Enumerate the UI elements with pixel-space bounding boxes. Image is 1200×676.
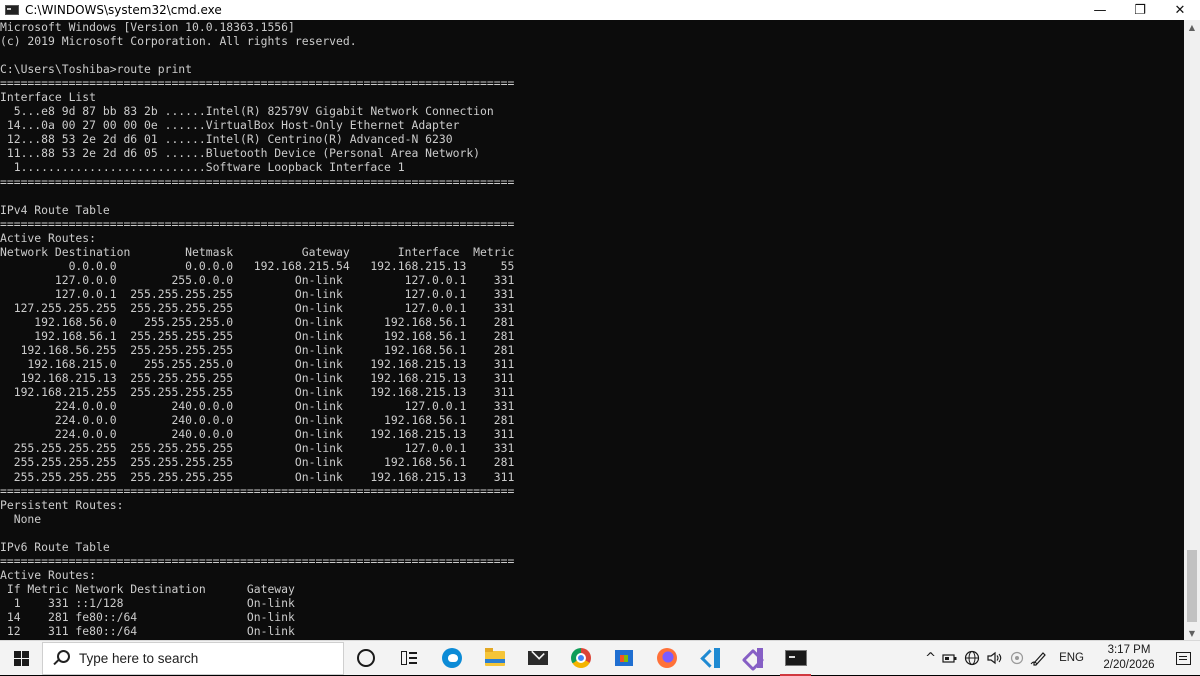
scroll-down-arrow-icon[interactable]: ▼: [1184, 626, 1200, 640]
network-globe-icon[interactable]: [961, 650, 983, 666]
taskbar: Type here to search ^ ENG 3:17 PM 2/20/2…: [0, 640, 1200, 676]
cortana-button[interactable]: [344, 641, 387, 676]
edge-browser-icon: [441, 648, 462, 668]
taskbar-app-visual-studio[interactable]: [731, 641, 774, 676]
window-controls: — ❐ ✕: [1080, 0, 1200, 20]
command-prompt-icon: [784, 650, 807, 666]
window-title: C:\WINDOWS\system32\cmd.exe: [25, 3, 222, 17]
cmd-app-icon[interactable]: [5, 5, 19, 15]
firefox-browser-icon: [656, 648, 677, 668]
taskbar-app-mail[interactable]: [516, 641, 559, 676]
battery-icon[interactable]: [939, 652, 961, 664]
task-view-icon: [400, 651, 417, 665]
close-button[interactable]: ✕: [1160, 0, 1200, 20]
clock-date: 2/20/2026: [1103, 659, 1155, 671]
taskbar-app-store[interactable]: [602, 641, 645, 676]
file-explorer-icon: [484, 647, 505, 666]
speaker-volume-icon[interactable]: [983, 651, 1007, 665]
console-text[interactable]: Microsoft Windows [Version 10.0.18363.15…: [0, 20, 1184, 638]
pen-ink-workspace-icon[interactable]: [1027, 650, 1051, 666]
language-indicator[interactable]: ENG: [1051, 652, 1092, 664]
action-center-button[interactable]: [1166, 641, 1200, 676]
scroll-up-arrow-icon[interactable]: ▲: [1184, 20, 1200, 34]
taskbar-app-vscode[interactable]: [688, 641, 731, 676]
clock-time: 3:17 PM: [1107, 644, 1151, 656]
onedrive-sync-icon[interactable]: [1007, 650, 1027, 666]
taskbar-app-edge[interactable]: [430, 641, 473, 676]
restore-button[interactable]: ❐: [1120, 0, 1160, 20]
notification-icon: [1175, 651, 1191, 665]
taskbar-search-box[interactable]: Type here to search: [42, 641, 344, 675]
console-output-area[interactable]: Microsoft Windows [Version 10.0.18363.15…: [0, 20, 1184, 640]
vertical-scrollbar[interactable]: ▲ ▼: [1184, 20, 1200, 640]
taskbar-app-chrome[interactable]: [559, 641, 602, 676]
minimize-button[interactable]: —: [1080, 0, 1120, 20]
title-bar[interactable]: C:\WINDOWS\system32\cmd.exe — ❐ ✕: [0, 0, 1200, 20]
search-placeholder: Type here to search: [79, 650, 199, 666]
store-bag-icon: [614, 650, 633, 666]
scroll-thumb[interactable]: [1187, 550, 1197, 622]
visual-studio-icon: [743, 648, 763, 668]
cortana-circle-icon: [356, 649, 375, 667]
mail-envelope-icon: [527, 651, 548, 665]
task-view-button[interactable]: [387, 641, 430, 676]
taskbar-app-file-explorer[interactable]: [473, 641, 516, 676]
system-tray: ^ ENG 3:17 PM 2/20/2026: [922, 641, 1200, 676]
windows-logo-icon: [13, 650, 29, 666]
chrome-browser-icon: [570, 648, 591, 668]
clock[interactable]: 3:17 PM 2/20/2026: [1092, 643, 1166, 673]
search-icon: [53, 650, 70, 666]
taskbar-app-firefox[interactable]: [645, 641, 688, 676]
vscode-icon: [700, 648, 720, 668]
start-button[interactable]: [0, 641, 42, 676]
show-hidden-icons-chevron-icon[interactable]: ^: [922, 651, 939, 666]
taskbar-app-cmd[interactable]: [774, 641, 817, 676]
